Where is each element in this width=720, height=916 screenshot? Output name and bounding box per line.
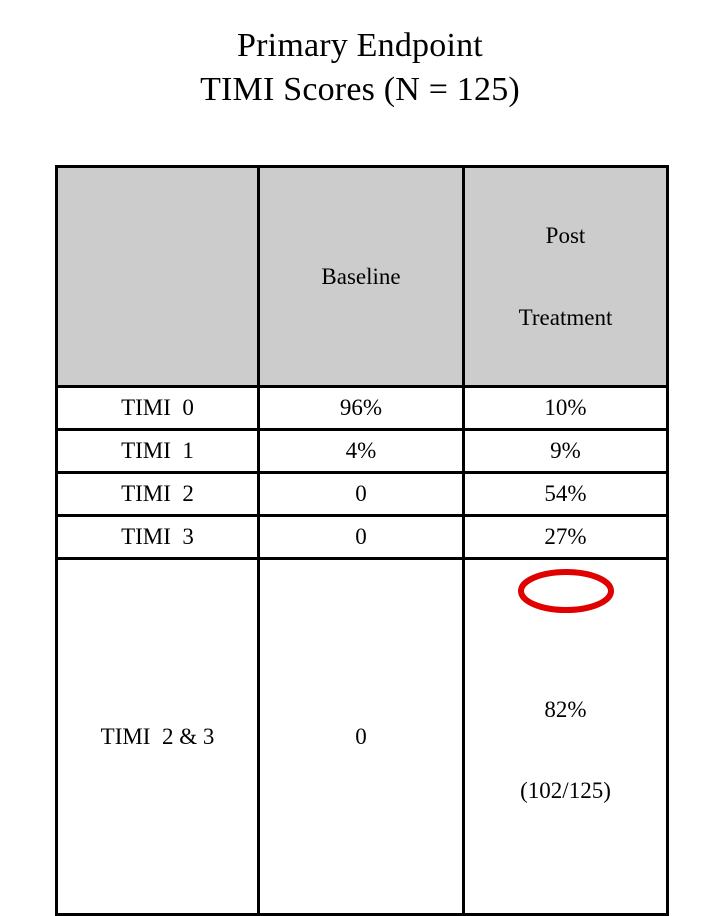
timi-scores-table: Baseline Post Treatment TIMI 0 96% 10% T… xyxy=(55,165,669,916)
table-row: TIMI 2 0 54% xyxy=(55,471,669,517)
total-post-value: 82% xyxy=(544,696,587,722)
cell-post-treatment-total: 82% (102/125) xyxy=(462,557,669,916)
cell-baseline: 4% xyxy=(257,428,465,474)
row-label: TIMI 2 xyxy=(55,471,260,517)
header-cell-post-treatment: Post Treatment xyxy=(462,165,669,388)
cell-baseline: 0 xyxy=(257,471,465,517)
row-label: TIMI 0 xyxy=(55,385,260,431)
cell-post-treatment: 27% xyxy=(462,514,669,560)
title-line-2: TIMI Scores (N = 125) xyxy=(200,70,520,108)
table-header-row: Baseline Post Treatment xyxy=(55,165,669,388)
cell-baseline-total: 0 xyxy=(257,557,465,916)
cell-post-treatment: 54% xyxy=(462,471,669,517)
slide-title: Primary Endpoint TIMI Scores (N = 125) xyxy=(0,24,720,111)
cell-baseline: 0 xyxy=(257,514,465,560)
header-baseline-label: Baseline xyxy=(321,263,401,289)
header-post-line1: Post xyxy=(545,223,586,249)
row-label-total: TIMI 2 & 3 xyxy=(55,557,260,916)
row-label: TIMI 1 xyxy=(55,428,260,474)
total-post-fraction: (102/125) xyxy=(520,778,611,803)
table-row: TIMI 1 4% 9% xyxy=(55,428,669,474)
header-cell-blank xyxy=(55,165,260,388)
cell-baseline: 96% xyxy=(257,385,465,431)
table-row: TIMI 3 0 27% xyxy=(55,514,669,560)
table-row: TIMI 0 96% 10% xyxy=(55,385,669,431)
cell-post-treatment: 9% xyxy=(462,428,669,474)
red-ellipse-highlight-icon xyxy=(517,569,614,613)
cell-post-treatment: 10% xyxy=(462,385,669,431)
title-line-1: Primary Endpoint xyxy=(237,27,483,64)
row-label: TIMI 3 xyxy=(55,514,260,560)
header-post-line2: Treatment xyxy=(518,304,613,330)
table-row-total: TIMI 2 & 3 0 82% (102/125) xyxy=(55,557,669,916)
header-cell-baseline: Baseline xyxy=(257,165,465,388)
